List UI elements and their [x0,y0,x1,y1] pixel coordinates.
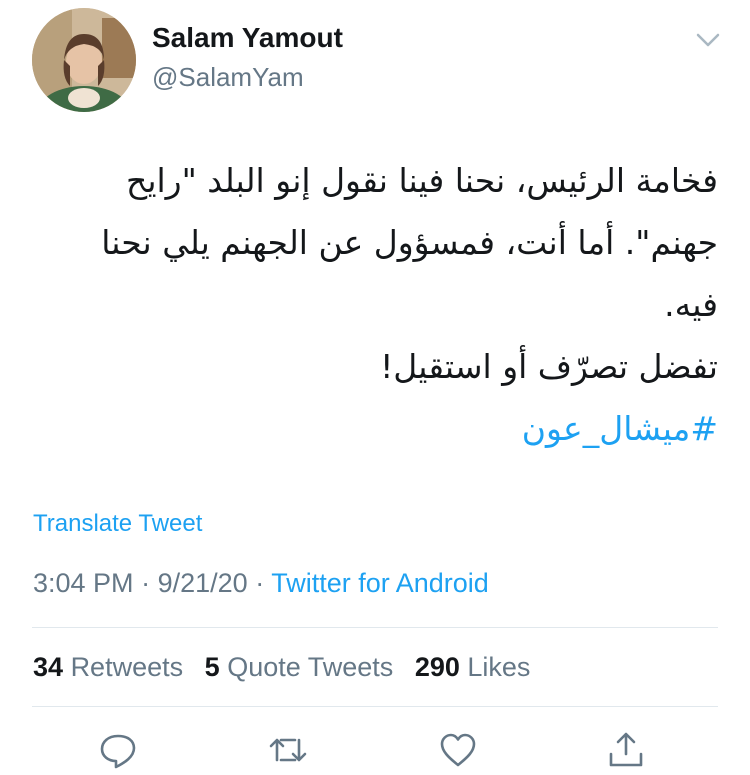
likes-count: 290 [414,652,460,682]
divider [32,627,718,628]
avatar-image [32,8,136,112]
avatar[interactable] [32,8,136,112]
hashtag-link[interactable]: #ميشال_عون [28,398,718,460]
like-icon[interactable] [438,730,478,770]
tweet-header: Salam Yamout @SalamYam [0,0,750,120]
action-bar [0,728,750,771]
retweets-stat[interactable]: 34 Retweets [33,652,183,682]
tweet-meta: 3:04 PM · 9/21/20 · Twitter for Android [33,568,489,599]
divider [32,706,718,707]
retweets-count: 34 [33,652,64,682]
share-icon[interactable] [606,730,646,770]
tweet-line: تفضل تصرّف أو استقيل! [380,347,718,386]
tweet-line: فخامة الرئيس، نحنا فينا نقول إنو البلد "… [126,161,718,200]
meta-separator: · [255,568,265,598]
reply-icon[interactable] [98,730,138,770]
tweet-source-link[interactable]: Twitter for Android [271,568,489,598]
author-handle[interactable]: @SalamYam [152,62,304,93]
tweet-time: 3:04 PM [33,568,134,598]
likes-label: Likes [467,652,531,682]
tweet-stats: 34 Retweets 5 Quote Tweets 290 Likes [33,652,544,683]
quote-tweets-stat[interactable]: 5 Quote Tweets [205,652,394,682]
chevron-down-icon[interactable] [694,26,722,54]
likes-stat[interactable]: 290 Likes [415,652,531,682]
retweet-icon[interactable] [268,730,308,770]
quotes-count: 5 [204,652,220,682]
tweet-line: جهنم". أما أنت، فمسؤول عن الجهنم يلي نحن… [101,223,718,262]
quotes-label: Quote Tweets [227,652,394,682]
tweet-text: فخامة الرئيس، نحنا فينا نقول إنو البلد "… [28,150,718,460]
translate-tweet-link[interactable]: Translate Tweet [33,510,202,538]
meta-separator: · [141,568,151,598]
retweets-label: Retweets [70,652,184,682]
tweet-date: 9/21/20 [157,568,248,598]
author-name[interactable]: Salam Yamout [152,22,343,54]
tweet-line: فيه. [664,285,718,324]
